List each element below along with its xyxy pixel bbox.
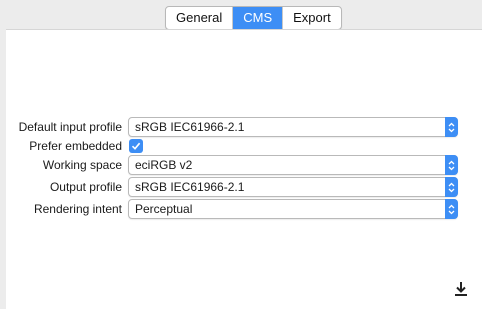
output-profile-select[interactable]: sRGB IEC61966-2.1 [128, 177, 458, 197]
up-down-chevron-icon [445, 177, 458, 197]
rendering-intent-label: Rendering intent [33, 202, 122, 216]
download-icon[interactable] [454, 281, 468, 297]
default-input-profile-row: Default input profile sRGB IEC61966-2.1 [6, 117, 482, 137]
working-space-value: eciRGB v2 [135, 158, 193, 172]
default-input-profile-select[interactable]: sRGB IEC61966-2.1 [128, 117, 458, 137]
rendering-intent-select[interactable]: Perceptual [128, 199, 458, 219]
rendering-intent-value: Perceptual [135, 202, 193, 216]
working-space-row: Working space eciRGB v2 [6, 155, 482, 175]
output-profile-value: sRGB IEC61966-2.1 [135, 180, 245, 194]
prefer-embedded-row: Prefer embedded [6, 136, 482, 156]
tab-general[interactable]: General [166, 7, 234, 29]
up-down-chevron-icon [445, 155, 458, 175]
output-profile-row: Output profile sRGB IEC61966-2.1 [6, 177, 482, 197]
up-down-chevron-icon [445, 199, 458, 219]
cms-panel: Default input profile sRGB IEC61966-2.1 … [6, 29, 482, 309]
working-space-label: Working space [42, 158, 122, 172]
tab-cms[interactable]: CMS [233, 7, 284, 29]
tab-export[interactable]: Export [283, 7, 341, 29]
prefer-embedded-label: Prefer embedded [29, 139, 122, 153]
checkmark-icon [131, 142, 141, 150]
rendering-intent-row: Rendering intent Perceptual [6, 199, 482, 219]
default-input-profile-label: Default input profile [18, 120, 122, 134]
output-profile-label: Output profile [49, 180, 122, 194]
default-input-profile-value: sRGB IEC61966-2.1 [135, 120, 245, 134]
tab-bar: General CMS Export [165, 6, 342, 30]
prefer-embedded-checkbox[interactable] [129, 139, 143, 153]
up-down-chevron-icon [445, 117, 458, 137]
working-space-select[interactable]: eciRGB v2 [128, 155, 458, 175]
